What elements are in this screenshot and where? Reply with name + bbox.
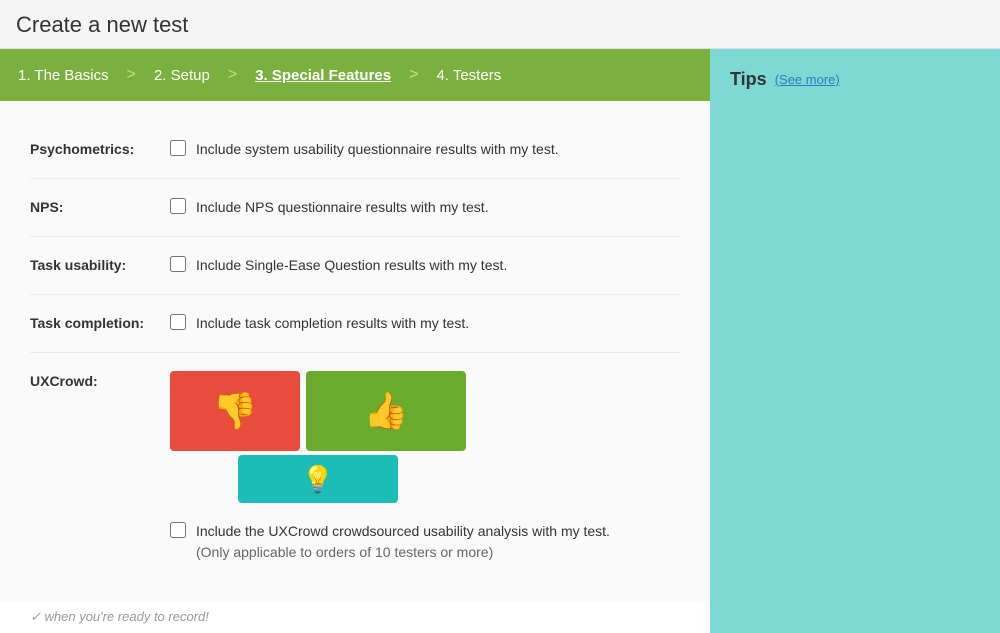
- uxcrowd-top-row: 👎 👍: [170, 371, 466, 451]
- psychometrics-label: Psychometrics:: [30, 139, 170, 157]
- task-completion-text: Include task completion results with my …: [196, 313, 469, 334]
- uxcrowd-row: UXCrowd: 👎 👍 💡: [30, 353, 680, 581]
- nps-checkbox-wrap[interactable]: [170, 198, 186, 217]
- uxcrowd-checkbox-text: Include the UXCrowd crowdsourced usabili…: [196, 523, 610, 539]
- task-usability-content: Include Single-Ease Question results wit…: [170, 255, 680, 276]
- uxcrowd-widget: 👎 👍 💡: [170, 371, 466, 503]
- psychometrics-checkbox-wrap[interactable]: [170, 140, 186, 159]
- bulb-button[interactable]: 💡: [238, 455, 398, 503]
- bulb-icon: 💡: [302, 464, 334, 495]
- uxcrowd-checkbox-wrap[interactable]: [170, 522, 186, 541]
- page-title: Create a new test: [16, 12, 984, 38]
- sep-2: >: [228, 66, 237, 84]
- bottom-hint: ✓ when you're ready to record!: [0, 601, 710, 633]
- tips-see-more-link[interactable]: (See more): [775, 72, 840, 87]
- step-special[interactable]: 3. Special Features: [237, 49, 409, 101]
- uxcrowd-checkbox-area: Include the UXCrowd crowdsourced usabili…: [170, 521, 610, 563]
- left-panel: 1. The Basics > 2. Setup > 3. Special Fe…: [0, 49, 710, 633]
- nps-row: NPS: Include NPS questionnaire results w…: [30, 179, 680, 237]
- nps-checkbox[interactable]: [170, 198, 186, 214]
- sep-3: >: [409, 66, 418, 84]
- psychometrics-checkbox[interactable]: [170, 140, 186, 156]
- nps-text: Include NPS questionnaire results with m…: [196, 197, 489, 218]
- tips-title: Tips: [730, 69, 767, 90]
- task-completion-checkbox[interactable]: [170, 314, 186, 330]
- thumbs-down-icon: 👎: [213, 390, 258, 432]
- step-setup[interactable]: 2. Setup: [136, 49, 228, 101]
- content-area: Psychometrics: Include system usability …: [0, 101, 710, 601]
- uxcrowd-label: UXCrowd:: [30, 371, 170, 389]
- tips-header: Tips (See more): [730, 69, 980, 90]
- task-usability-checkbox-wrap[interactable]: [170, 256, 186, 275]
- psychometrics-text: Include system usability questionnaire r…: [196, 139, 559, 160]
- nps-content: Include NPS questionnaire results with m…: [170, 197, 680, 218]
- task-completion-content: Include task completion results with my …: [170, 313, 680, 334]
- nps-label: NPS:: [30, 197, 170, 215]
- task-usability-label: Task usability:: [30, 255, 170, 273]
- psychometrics-row: Psychometrics: Include system usability …: [30, 121, 680, 179]
- psychometrics-content: Include system usability questionnaire r…: [170, 139, 680, 160]
- sep-1: >: [127, 66, 136, 84]
- step-testers[interactable]: 4. Testers: [418, 49, 519, 101]
- bottom-hint-text: ✓ when you're ready to record!: [30, 609, 209, 624]
- task-completion-label: Task completion:: [30, 313, 170, 331]
- uxcrowd-note: (Only applicable to orders of 10 testers…: [196, 544, 493, 560]
- step-nav: 1. The Basics > 2. Setup > 3. Special Fe…: [0, 49, 710, 101]
- uxcrowd-checkbox[interactable]: [170, 522, 186, 538]
- uxcrowd-checkbox-text-area: Include the UXCrowd crowdsourced usabili…: [196, 521, 610, 563]
- right-panel: Tips (See more): [710, 49, 1000, 633]
- page-header: Create a new test: [0, 0, 1000, 49]
- task-usability-checkbox[interactable]: [170, 256, 186, 272]
- task-usability-row: Task usability: Include Single-Ease Ques…: [30, 237, 680, 295]
- task-completion-row: Task completion: Include task completion…: [30, 295, 680, 353]
- thumbs-up-icon: 👍: [364, 390, 409, 432]
- task-usability-text: Include Single-Ease Question results wit…: [196, 255, 507, 276]
- thumbs-up-button[interactable]: 👍: [306, 371, 466, 451]
- task-completion-checkbox-wrap[interactable]: [170, 314, 186, 333]
- step-basics[interactable]: 1. The Basics: [0, 49, 127, 101]
- thumbs-down-button[interactable]: 👎: [170, 371, 300, 451]
- uxcrowd-content: 👎 👍 💡: [170, 371, 680, 563]
